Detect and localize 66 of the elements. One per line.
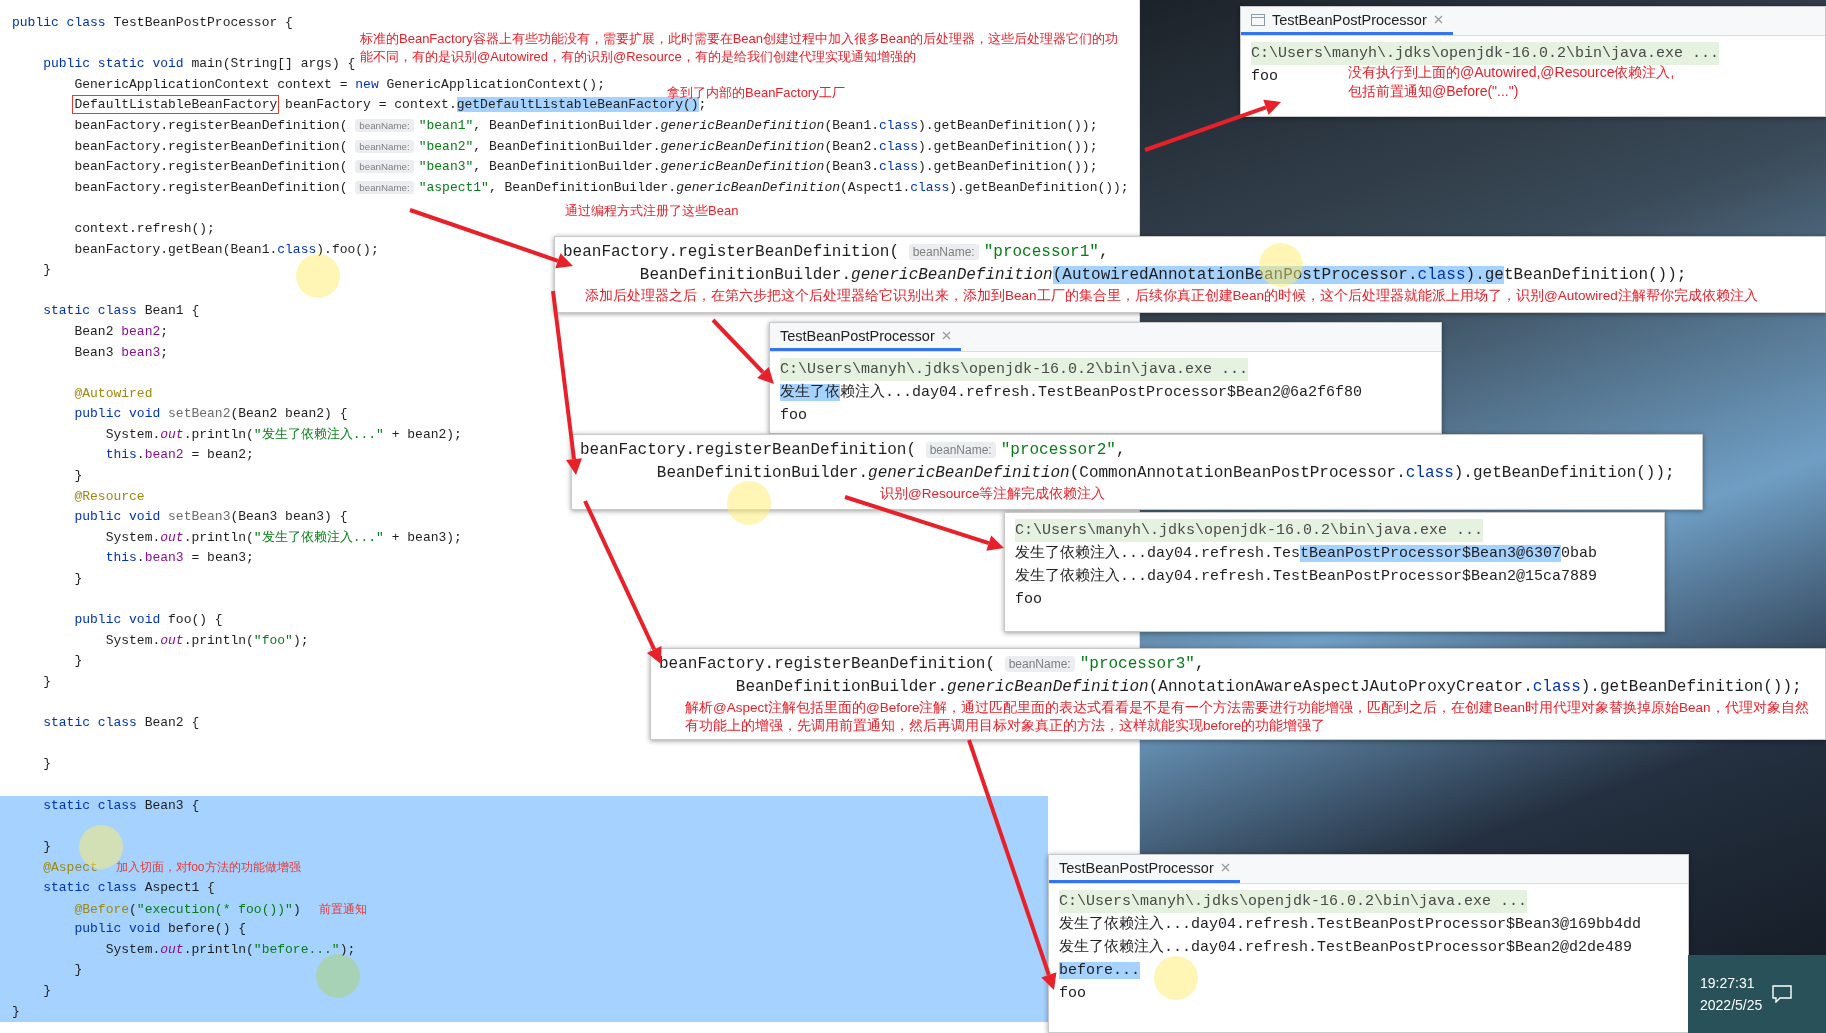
code-line: Bean3 bean3; xyxy=(73,344,169,360)
annotation-note: 解析@Aspect注解包括里面的@Before注解，通过匹配里面的表达式看看是不是有一个方法需要进行功能增强，匹配到之后，在创建Bean时用代理对象替换掉原始Bean，代理对象自然有功能上的增强，先调用前置通知，然后再调用目标对象真正的方法，这样就能实现before的功能增强了 xyxy=(685,699,1810,735)
console-line: foo xyxy=(1251,67,1278,87)
console-line: foo xyxy=(1059,984,1086,1004)
console-command: C:\Users\manyh\.jdks\openjdk-16.0.2\bin\java.exe ... xyxy=(780,358,1249,381)
code-line: BeanDefinitionBuilder.genericBeanDefinition(CommonAnnotationBeanPostProcessor.class).getBeanDefinition()); xyxy=(655,463,1675,484)
code-line: beanFactory.registerBeanDefinition( beanName: "bean3", BeanDefinitionBuilder.genericBeanDefinition(Bean3.class).getBeanDefinition()); xyxy=(73,159,1098,175)
click-highlight xyxy=(1154,956,1198,1000)
code-line: static class Bean1 { xyxy=(42,303,200,319)
code-line: public class TestBeanPostProcessor { xyxy=(12,15,293,30)
code-line: @Resource xyxy=(73,488,145,504)
annotation-note: 拿到了内部的BeanFactory工厂 xyxy=(667,84,845,100)
close-icon[interactable] xyxy=(1220,863,1230,872)
code-line: beanFactory.registerBeanDefinition( beanName: "aspect1", BeanDefinitionBuilder.genericBeanDefinition(Aspect1.class).getBeanDefinition()); xyxy=(73,179,1129,195)
code-line: public void setBean2(Bean2 bean2) { xyxy=(73,406,348,422)
console-line: foo xyxy=(1015,590,1042,610)
code-line: this.bean3 = bean3; xyxy=(104,550,254,566)
annotation-note: 通过编程方式注册了这些Bean xyxy=(565,202,739,220)
clock-date: 2022/5/25 xyxy=(1700,996,1763,1015)
console-line: foo xyxy=(780,406,807,426)
code-line: beanFactory.registerBeanDefinition( beanName: "bean1", BeanDefinitionBuilder.genericBeanDefinition(Bean1.class).getBeanDefinition()); xyxy=(73,117,1098,133)
code-line: System.out.println("发生了依赖注入..." + bean2); xyxy=(104,426,462,442)
code-line: } xyxy=(42,674,52,689)
code-line: beanFactory.registerBeanDefinition( beanName: "processor3", xyxy=(659,654,1205,675)
code-line: } xyxy=(73,468,83,484)
code-line: this.bean2 = bean2; xyxy=(104,447,254,463)
code-line: beanFactory.registerBeanDefinition( beanName: "processor1", xyxy=(563,242,1109,263)
code-line: static class Bean2 { xyxy=(42,715,200,731)
code-line: beanFactory.getBean(Bean1.class).foo(); xyxy=(73,241,379,257)
code-line: BeanDefinitionBuilder.genericBeanDefinition(AutowiredAnnotationBeanPostProcessor.class).getBeanDefinition()); xyxy=(638,265,1687,286)
console-command: C:\Users\manyh\.jdks\openjdk-16.0.2\bin\java.exe ... xyxy=(1015,519,1484,542)
console-line: 发生了依赖注入...day04.refresh.TestBeanPostProcessor$Bean2@15ca7889 xyxy=(1015,566,1598,587)
code-line: } xyxy=(42,262,52,278)
arrow xyxy=(711,318,774,384)
click-highlight xyxy=(296,254,340,298)
code-line: BeanDefinitionBuilder.genericBeanDefinition(AnnotationAwareAspectJAutoProxyCreator.class).getBeanDefinition()); xyxy=(734,677,1802,698)
code-line: } xyxy=(73,653,83,669)
clock-time: 19:27:31 xyxy=(1700,974,1756,993)
console-line: 发生了依赖注入...day04.refresh.TestBeanPostProcessor$Bean3@169bb4dd xyxy=(1059,914,1642,935)
code-line: } xyxy=(73,571,83,587)
close-icon[interactable] xyxy=(1433,15,1443,24)
code-line: context.refresh(); xyxy=(73,220,215,236)
console-line: 发生了依赖注入...day04.refresh.TestBeanPostProcessor$Bean3@63070bab xyxy=(1015,543,1598,564)
console-command: C:\Users\manyh\.jdks\openjdk-16.0.2\bin\java.exe ... xyxy=(1251,42,1720,65)
code-line: beanFactory.registerBeanDefinition( beanName: "bean2", BeanDefinitionBuilder.genericBeanDefinition(Bean2.class).getBeanDefinition()); xyxy=(73,138,1098,154)
code-line: public void foo() { xyxy=(73,612,223,628)
annotation-note: 标准的BeanFactory容器上有些功能没有，需要扩展，此时需要在Bean创建过程中加入很多Bean的后处理器，这些后处理器它们的功能不同，有的是识别@Autowired，有的识别@Resource，有的是给我们创建代理实现通知增强的 xyxy=(360,30,1120,66)
code-line: beanFactory.registerBeanDefinition( beanName: "processor2", xyxy=(580,440,1126,461)
console-line: 发生了依赖注入...day04.refresh.TestBeanPostProcessor$Bean2@6a2f6f80 xyxy=(780,382,1363,403)
code-line: GenericApplicationContext context = new GenericApplicationContext(); xyxy=(73,76,605,92)
console-command: C:\Users\manyh\.jdks\openjdk-16.0.2\bin\java.exe ... xyxy=(1059,890,1528,913)
notification-icon[interactable] xyxy=(1772,985,1793,1003)
annotation-note: 添加后处理器之后，在第六步把这个后处理器给它识别出来，添加到Bean工厂的集合里，后续你真正创建Bean的时候，这个后处理器就能派上用场了，识别@Autowired注解帮你完成依赖注入 xyxy=(585,287,1759,305)
code-line: } xyxy=(42,756,52,772)
close-icon[interactable] xyxy=(941,331,951,340)
annotation-note: 没有执行到上面的@Autowired,@Resource依赖注入, 包括前置通知@Before("...") xyxy=(1348,63,1675,101)
code-line: Bean2 bean2; xyxy=(73,323,169,339)
code-line: System.out.println("foo"); xyxy=(104,632,309,648)
code-line: public static void main(String[] args) { xyxy=(42,56,356,72)
code-line: System.out.println("发生了依赖注入..." + bean3); xyxy=(104,529,462,545)
click-highlight xyxy=(316,954,360,998)
click-highlight xyxy=(727,481,771,525)
code-line: public void setBean3(Bean3 bean3) { xyxy=(73,509,348,525)
code-line: @Autowired xyxy=(73,385,153,401)
annotation-note: 识别@Resource等注解完成依赖注入 xyxy=(880,485,1107,503)
console-line: 发生了依赖注入...day04.refresh.TestBeanPostProcessor$Bean2@d2de489 xyxy=(1059,937,1633,958)
